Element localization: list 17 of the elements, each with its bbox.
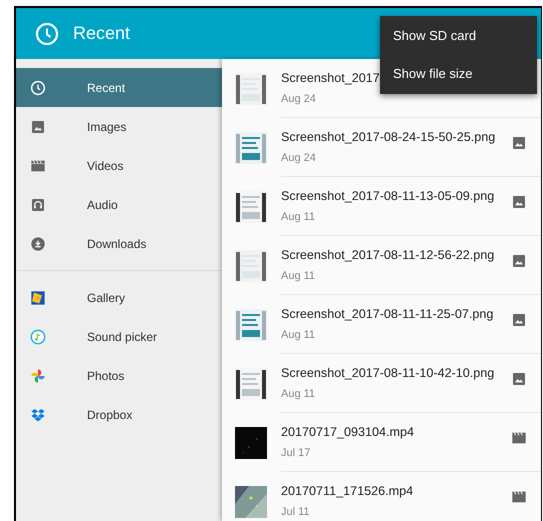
- file-date: Aug 11: [281, 328, 316, 344]
- file-name: Screenshot_2017-08-11-11-25-07.png: [281, 306, 494, 324]
- file-name: Screenshot_2017-08-11-10-42-10.png: [281, 365, 494, 382]
- file-date: Aug 11: [281, 210, 316, 226]
- file-date: Aug 11: [281, 269, 316, 284]
- file-name: Screenshot_2017-08-24-15-50-25.png: [281, 129, 496, 146]
- file-name: Screenshot_2017: [281, 70, 380, 88]
- file-name: Screenshot_2017-08-11-12-56-22.png: [281, 247, 494, 264]
- file-date: Jul 11: [281, 505, 310, 520]
- file-name: 20170711_171526.mp4: [281, 483, 414, 500]
- file-name: Screenshot_2017-08-11-13-05-09.png: [281, 188, 494, 206]
- file-date: Aug 24: [281, 151, 316, 166]
- file-name: 20170717_093104.mp4: [281, 424, 414, 442]
- file-date: Aug 11: [281, 387, 316, 402]
- file-date: Aug 24: [281, 92, 316, 108]
- screen-title: Recent: [73, 22, 130, 45]
- file-date: Jul 17: [281, 446, 310, 462]
